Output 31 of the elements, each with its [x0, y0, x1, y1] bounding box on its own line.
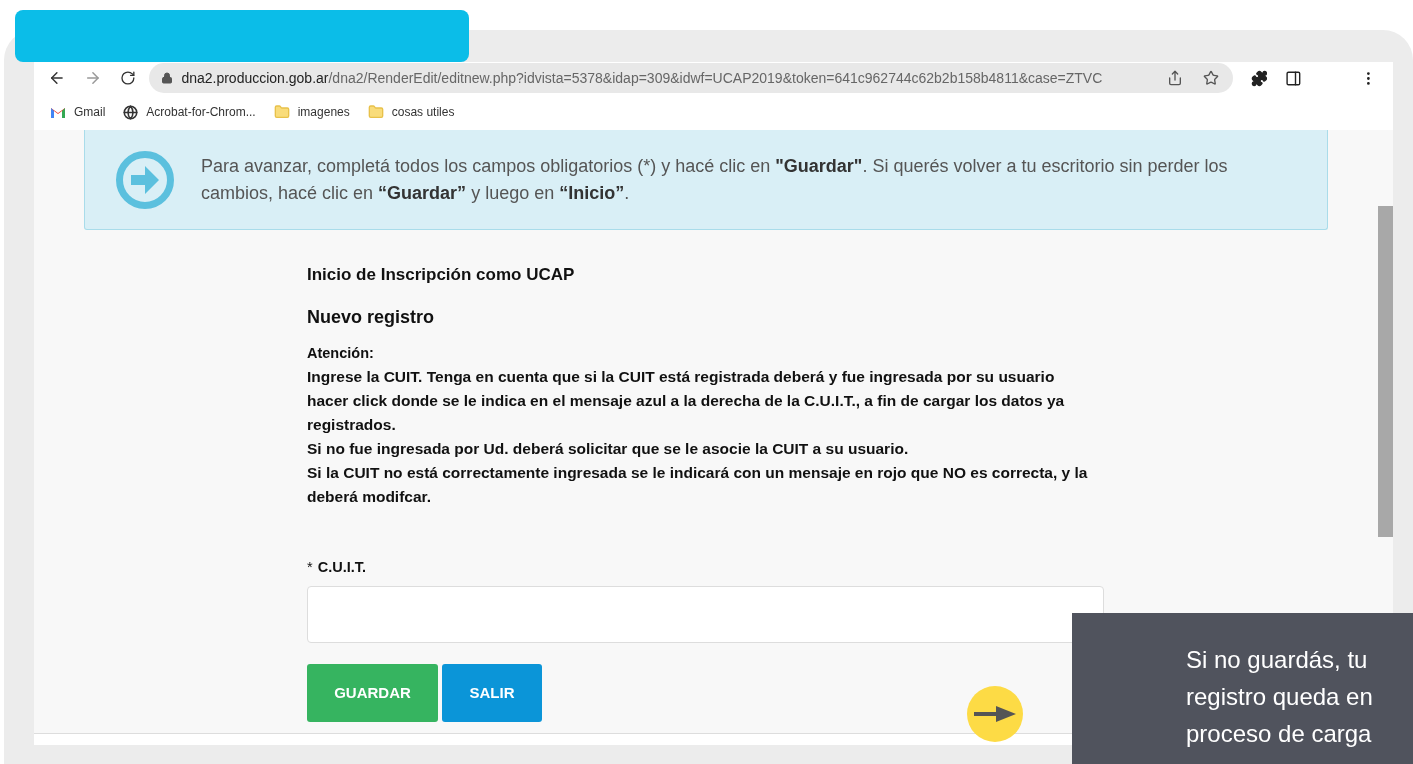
attention-heading: Atención: [307, 343, 375, 363]
cuit-input-field[interactable] [307, 586, 1104, 644]
attention-text: Si la CUIT no está correctamente ingresada se le indicará con un mensaje en rojo que NO es correcta, y la deberá modifcar. [307, 462, 1089, 507]
bookmark-item[interactable]: Acrobat-for-Chrom... [123, 103, 256, 121]
field-label: C.U.I.T. [317, 557, 366, 577]
mail-icon [50, 106, 66, 118]
instructions-text: Para avanzar, completá todos los campos obligatorios (*) y hacé clic en "Guardar". Si querés volver a tu escritorio sin perder los cambios, hacé clic en “Guardar” y luego en “Inicio”. [201, 154, 1229, 205]
attention-text: Si no fue ingresada por Ud. deberá solicitar que se le asocie la CUIT a su usuario. [307, 438, 910, 459]
required-mark: * [307, 557, 313, 577]
bookmark-item[interactable]: Gmail [50, 103, 106, 121]
reload-icon[interactable] [119, 70, 136, 86]
folder-icon [273, 104, 290, 120]
bookmark-item[interactable]: cosas utiles [367, 103, 455, 121]
back-icon[interactable] [48, 69, 66, 87]
callout-text: Si no guardás, tu registro queda en proceso de carga [1186, 645, 1374, 749]
arrow-circle-icon [967, 686, 1023, 742]
lock-icon [161, 72, 174, 84]
folder-icon [367, 104, 384, 120]
extensions-icon[interactable] [1250, 69, 1268, 87]
form-title: Inicio de Inscripción como UCAP [307, 264, 576, 286]
form-subtitle: Nuevo registro [307, 305, 436, 329]
url-text: dna2.produccion.gob.ar/dna2/RenderEdit/editnew.php?idvista=5378&idap=309&idwf=UCAP2019&token=641c962744c62b2b158b4811&case=ZTVC [181, 68, 1104, 88]
bookmark-item[interactable]: imagenes [273, 103, 350, 121]
side-panel-icon[interactable] [1285, 69, 1303, 87]
address-bar[interactable]: dna2.produccion.gob.ar/dna2/RenderEdit/editnew.php?idvista=5378&idap=309&idwf=UCAP2019&token=641c962744c62b2b158b4811&case=ZTVC [149, 63, 1233, 93]
globe-icon [123, 104, 139, 120]
attention-text: Ingrese la CUIT. Tenga en cuenta que si la CUIT está registrada deberá y fue ingresada por su usuario hacer click donde se le indica en el mensaje azul a la derecha de la C.U.I.T., a fin de cargar los datos ya registrados. [307, 366, 1066, 435]
share-icon[interactable] [1166, 70, 1183, 86]
arrow-circle-icon [115, 149, 175, 210]
star-icon[interactable] [1202, 70, 1219, 86]
scrollbar-thumb[interactable] [1378, 206, 1393, 537]
